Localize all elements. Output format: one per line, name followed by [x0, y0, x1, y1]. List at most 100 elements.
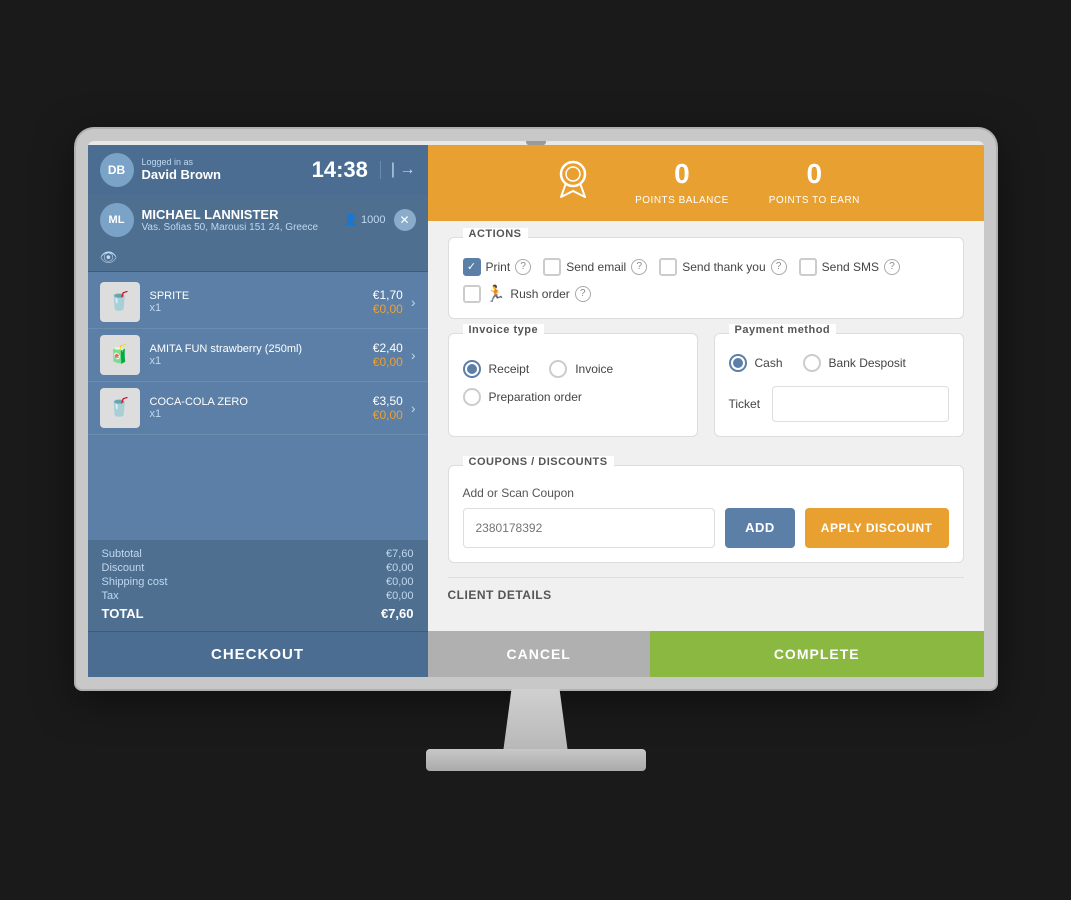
checkout-button[interactable]: CHECKOUT: [88, 631, 428, 677]
rush-order-label: Rush order: [510, 287, 569, 301]
right-panel: 0 Points Balance 0 Points To Earn ACTION…: [428, 145, 984, 677]
coupons-title: COUPONS / DISCOUNTS: [463, 456, 614, 468]
invoice-type-group: Receipt Invoice Preparation ord: [463, 354, 683, 406]
cash-label: Cash: [755, 356, 783, 370]
item-price: €3,50: [373, 394, 403, 408]
complete-button[interactable]: COMPLETE: [650, 631, 984, 677]
customer-points: 👤 1000: [344, 213, 385, 226]
bank-radio[interactable]: [803, 354, 821, 372]
points-earn-value: 0: [769, 158, 860, 190]
discount-label: Discount: [102, 562, 145, 574]
cash-radio[interactable]: [729, 354, 747, 372]
item-arrow-icon: ›: [411, 347, 416, 363]
list-item[interactable]: 🧃 AMITA FUN strawberry (250ml) x1 €2,40 …: [88, 329, 428, 382]
send-email-action: Send email ?: [543, 258, 647, 276]
send-email-checkbox[interactable]: [543, 258, 561, 276]
print-label: Print: [486, 260, 511, 274]
payment-method-title: Payment method: [729, 324, 837, 336]
invoice-option[interactable]: Invoice: [549, 360, 613, 378]
item-prices: €2,40 €0,00: [373, 341, 403, 369]
prep-order-option[interactable]: Preparation order: [463, 388, 683, 406]
actions-row: ✓ Print ? Send email ? Sen: [463, 258, 949, 276]
customer-avatar: ML: [100, 203, 134, 237]
item-arrow-icon: ›: [411, 400, 416, 416]
coupon-input[interactable]: [463, 508, 716, 548]
invoice-type-title: Invoice type: [463, 324, 545, 336]
monitor-stand-neck: [496, 689, 576, 749]
subtotal-label: Subtotal: [102, 548, 142, 560]
left-panel: DB Logged in as David Brown 14:38 | → ML…: [88, 145, 428, 677]
subtotal-value: €7,60: [386, 548, 414, 560]
points-header: 0 Points Balance 0 Points To Earn: [428, 145, 984, 221]
add-coupon-label: Add or Scan Coupon: [463, 486, 949, 500]
customer-bar: ML MICHAEL LANNISTER Vas. Sofias 50, Mar…: [88, 195, 428, 245]
customer-address: Vas. Sofias 50, Marousi 151 24, Greece: [142, 222, 345, 233]
points-earn-stat: 0 Points To Earn: [769, 158, 860, 208]
tax-row: Tax €0,00: [102, 590, 414, 602]
shipping-value: €0,00: [386, 576, 414, 588]
rush-order-checkbox[interactable]: [463, 285, 481, 303]
subtotal-row: Subtotal €7,60: [102, 548, 414, 560]
prep-order-label: Preparation order: [489, 390, 582, 404]
cash-option[interactable]: Cash: [729, 354, 783, 372]
payment-method-section: Payment method Cash Bank Desposit: [714, 333, 964, 437]
receipt-option[interactable]: Receipt: [463, 360, 530, 378]
item-price: €2,40: [373, 341, 403, 355]
send-sms-action: Send SMS ?: [799, 258, 900, 276]
receipt-radio[interactable]: [463, 360, 481, 378]
item-details: COCA-COLA ZERO x1: [150, 396, 373, 420]
logged-in-as-label: Logged in as: [142, 157, 312, 167]
prep-order-radio[interactable]: [463, 388, 481, 406]
print-help-icon[interactable]: ?: [515, 259, 531, 275]
eye-icon-bar: 👁: [88, 245, 428, 272]
ticket-input[interactable]: [772, 386, 948, 422]
print-checkbox[interactable]: ✓: [463, 258, 481, 276]
rush-icon: 🏃: [486, 284, 506, 304]
item-discount: €0,00: [373, 302, 403, 316]
print-action: ✓ Print ?: [463, 258, 532, 276]
list-item[interactable]: 🥤 SPRITE x1 €1,70 €0,00 ›: [88, 276, 428, 329]
item-name: COCA-COLA ZERO: [150, 396, 373, 408]
tax-value: €0,00: [386, 590, 414, 602]
item-discount: €0,00: [373, 355, 403, 369]
monitor-stand-base: [426, 749, 646, 771]
item-details: AMITA FUN strawberry (250ml) x1: [150, 343, 373, 367]
right-content: ACTIONS ✓ Print ? Send email ?: [428, 221, 984, 631]
add-coupon-button[interactable]: ADD: [725, 508, 795, 548]
close-customer-button[interactable]: ✕: [394, 209, 416, 231]
item-qty: x1: [150, 355, 373, 367]
item-image: 🥤: [100, 282, 140, 322]
logout-button[interactable]: | →: [380, 161, 416, 179]
eye-icon: 👁: [100, 249, 118, 265]
send-sms-help-icon[interactable]: ?: [884, 259, 900, 275]
invoice-radio[interactable]: [549, 360, 567, 378]
send-thank-you-help-icon[interactable]: ?: [771, 259, 787, 275]
award-icon: [551, 157, 595, 209]
apply-discount-button[interactable]: APPLY DISCOUNT: [805, 508, 949, 548]
send-email-help-icon[interactable]: ?: [631, 259, 647, 275]
customer-info: MICHAEL LANNISTER Vas. Sofias 50, Marous…: [142, 207, 345, 233]
customer-name: MICHAEL LANNISTER: [142, 207, 345, 222]
item-discount: €0,00: [373, 408, 403, 422]
item-prices: €1,70 €0,00: [373, 288, 403, 316]
points-balance-label: Points Balance: [635, 195, 729, 206]
send-thank-you-action: Send thank you ?: [659, 258, 786, 276]
item-price: €1,70: [373, 288, 403, 302]
bank-label: Bank Desposit: [829, 356, 906, 370]
invoice-type-inline: Receipt Invoice: [463, 360, 683, 378]
send-thank-you-label: Send thank you: [682, 260, 765, 274]
ticket-row: Ticket: [729, 386, 949, 422]
rush-order-help-icon[interactable]: ?: [575, 286, 591, 302]
send-sms-checkbox[interactable]: [799, 258, 817, 276]
item-prices: €3,50 €0,00: [373, 394, 403, 422]
total-value: €7,60: [381, 606, 414, 621]
item-name: SPRITE: [150, 290, 373, 302]
cancel-button[interactable]: CANCEL: [428, 631, 650, 677]
rush-order-action: 🏃 Rush order ?: [463, 284, 591, 304]
bank-option[interactable]: Bank Desposit: [803, 354, 906, 372]
send-thank-you-checkbox[interactable]: [659, 258, 677, 276]
avatar: DB: [100, 153, 134, 187]
actions-title: ACTIONS: [463, 228, 528, 240]
list-item[interactable]: 🥤 COCA-COLA ZERO x1 €3,50 €0,00 ›: [88, 382, 428, 435]
actions-section: ACTIONS ✓ Print ? Send email ?: [448, 237, 964, 319]
